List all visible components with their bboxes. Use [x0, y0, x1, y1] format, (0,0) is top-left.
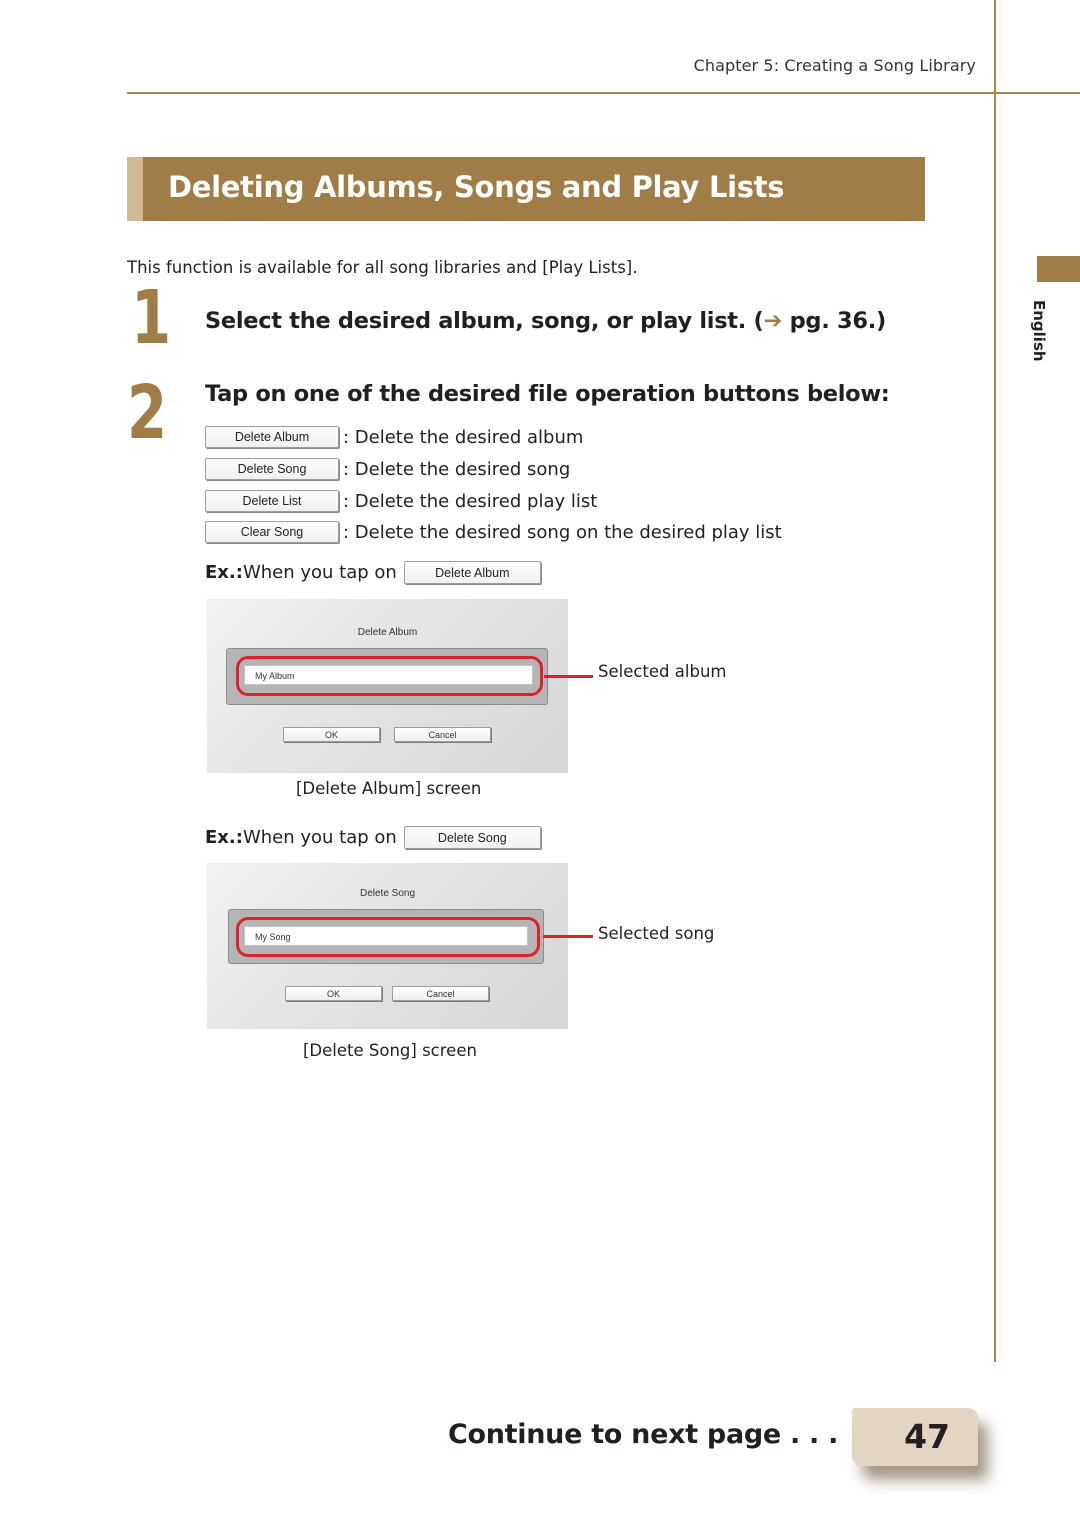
step-1-text: Select the desired album, song, or play …: [205, 308, 886, 334]
delete-album-button[interactable]: Delete Album: [403, 561, 541, 584]
album-list-panel: My Album: [226, 648, 548, 705]
delete-song-button[interactable]: Delete Song: [403, 826, 541, 849]
operation-row: Delete List : Delete the desired play li…: [205, 488, 597, 514]
chapter-title: Chapter 5: Creating a Song Library: [693, 56, 976, 75]
delete-list-button[interactable]: Delete List: [205, 490, 339, 512]
step-1-text-before: Select the desired album, song, or play …: [205, 308, 764, 334]
selection-highlight: My Album: [236, 656, 543, 696]
example-prefix: Ex.:: [205, 562, 243, 583]
operation-row: Clear Song : Delete the desired song on …: [205, 519, 782, 545]
operation-description: : Delete the desired song on the desired…: [343, 521, 782, 543]
ok-button[interactable]: OK: [283, 727, 380, 742]
delete-song-screen: Delete Song My Song OK Cancel: [207, 863, 568, 1029]
cancel-button[interactable]: Cancel: [392, 986, 489, 1001]
example-prefix: Ex.:: [205, 827, 243, 848]
language-tab: [1037, 256, 1080, 282]
selection-highlight: My Song: [236, 917, 540, 957]
banner-accent-edge: [127, 157, 143, 221]
continue-next-page: Continue to next page . . .: [448, 1419, 839, 1450]
delete-album-screen: Delete Album My Album OK Cancel: [207, 599, 568, 773]
selected-album-item[interactable]: My Album: [244, 665, 533, 685]
delete-album-button[interactable]: Delete Album: [205, 426, 339, 448]
callout-line: [543, 935, 593, 938]
screen-caption: [Delete Album] screen: [296, 779, 482, 798]
example-text: When you tap on: [242, 562, 397, 583]
side-divider: [994, 0, 996, 1362]
page-number-tab: 47: [852, 1408, 978, 1466]
language-text: English: [1030, 300, 1048, 362]
operation-description: : Delete the desired play list: [343, 490, 598, 512]
delete-song-button[interactable]: Delete Song: [205, 458, 339, 480]
step-1-page-ref[interactable]: pg. 36.): [782, 308, 887, 334]
example-1-line: Ex.: When you tap on Delete Album: [205, 561, 541, 584]
step-number-1: 1: [131, 275, 172, 361]
screen-caption: [Delete Song] screen: [303, 1041, 477, 1060]
operation-row: Delete Song : Delete the desired song: [205, 456, 570, 482]
example-2-line: Ex.: When you tap on Delete Song: [205, 826, 541, 849]
clear-song-button[interactable]: Clear Song: [205, 521, 339, 543]
section-banner: Deleting Albums, Songs and Play Lists: [127, 157, 925, 221]
cancel-button[interactable]: Cancel: [394, 727, 491, 742]
intro-text: This function is available for all song …: [127, 258, 638, 277]
callout-label: Selected album: [598, 662, 727, 681]
callout-label: Selected song: [598, 924, 715, 943]
operation-description: : Delete the desired song: [343, 458, 571, 480]
example-text: When you tap on: [242, 827, 397, 848]
ok-button[interactable]: OK: [285, 986, 382, 1001]
step-number-2: 2: [127, 370, 168, 456]
selected-song-item[interactable]: My Song: [244, 926, 528, 946]
screen-title: Delete Album: [357, 627, 418, 638]
screen-title: Delete Song: [359, 888, 416, 899]
language-label: English: [1020, 300, 1076, 362]
arrow-right-icon: ➔: [763, 308, 783, 334]
callout-line: [544, 675, 593, 678]
step-2-text: Tap on one of the desired file operation…: [205, 381, 890, 407]
section-title: Deleting Albums, Songs and Play Lists: [168, 170, 785, 204]
operation-description: : Delete the desired album: [343, 426, 584, 448]
header-divider: [127, 92, 1080, 94]
song-list-panel: My Song: [228, 909, 544, 964]
operation-row: Delete Album : Delete the desired album: [205, 424, 583, 450]
page-number: 47: [904, 1417, 950, 1456]
